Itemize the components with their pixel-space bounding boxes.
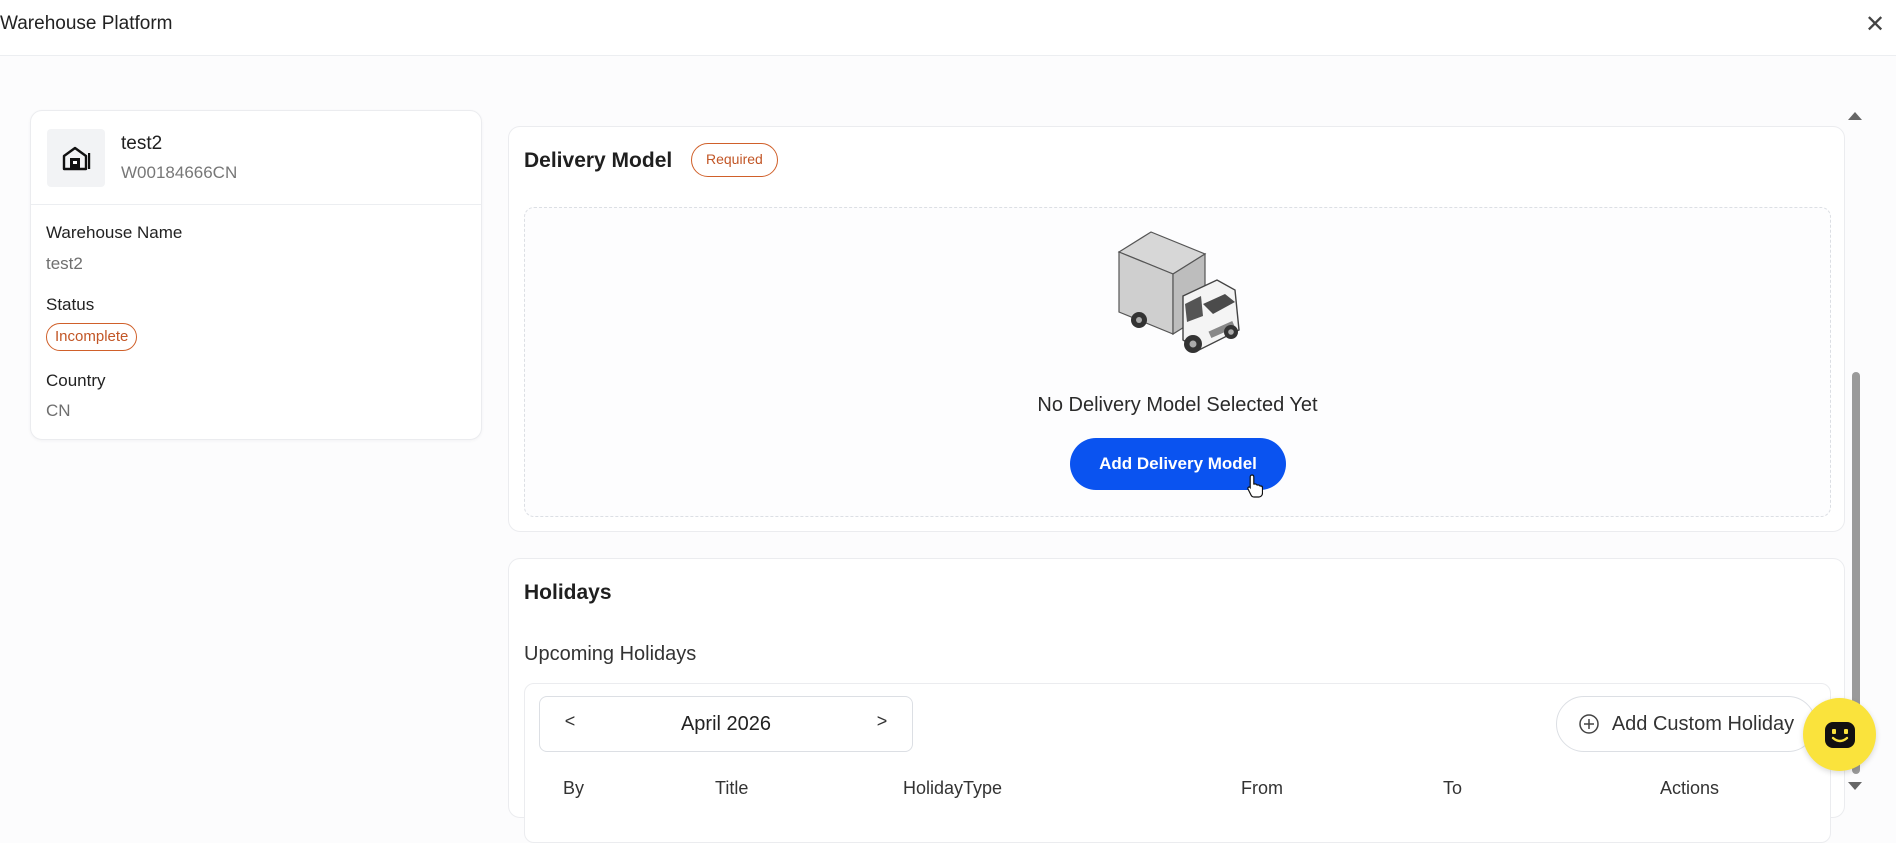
close-icon[interactable]: ✕ [1862, 12, 1888, 38]
warehouse-name-label: Warehouse Name [46, 223, 183, 242]
holidays-card: Holidays Upcoming Holidays < April 2026 … [508, 558, 1845, 843]
current-month: April 2026 [680, 713, 772, 735]
country-label: Country [46, 371, 106, 390]
truck-illustration [1117, 231, 1240, 353]
month-navigator: < April 2026 > [539, 696, 913, 752]
warehouse-name-value: test2 [46, 254, 83, 273]
column-header-from[interactable]: From [1241, 778, 1283, 799]
help-bot-button[interactable] [1803, 698, 1876, 771]
column-header-actions[interactable]: Actions [1660, 778, 1719, 799]
column-header-by[interactable]: By [563, 778, 584, 799]
delivery-model-title: Delivery Model [524, 149, 673, 172]
warehouse-code: W00184666CN [121, 163, 238, 182]
delivery-model-card: Delivery Model Required No Delivery Mode… [508, 126, 1845, 532]
warehouse-name: test2 [121, 133, 163, 154]
plus-circle-icon [1579, 714, 1599, 734]
required-badge: Required [691, 143, 778, 177]
add-custom-holiday-label: Add Custom Holiday [1611, 712, 1795, 735]
status-label: Status [46, 295, 95, 314]
delivery-empty-text: No Delivery Model Selected Yet [1037, 394, 1318, 416]
warehouse-icon [47, 129, 105, 187]
top-bar: Warehouse Platform ✕ [0, 0, 1896, 56]
pointer-cursor-icon [1247, 474, 1263, 498]
status-badge: Incomplete [46, 323, 138, 351]
next-month-button[interactable]: > [870, 711, 894, 732]
add-custom-holiday-button[interactable]: Add Custom Holiday [1556, 696, 1816, 752]
upcoming-holidays-title: Upcoming Holidays [524, 643, 697, 665]
column-header-holiday-type[interactable]: HolidayType [903, 778, 1002, 799]
app-title: Warehouse Platform [0, 13, 173, 34]
warehouse-summary-card: test2 W00184666CN Warehouse Name test2 S… [30, 110, 482, 440]
holiday-table: < April 2026 > Add Custom Holiday By Tit… [524, 683, 1831, 843]
help-bot-icon [1824, 721, 1855, 748]
delivery-empty-state: No Delivery Model Selected Yet Add Deliv… [524, 207, 1831, 517]
scroll-up-arrow[interactable] [1848, 112, 1862, 120]
column-header-title[interactable]: Title [715, 778, 748, 799]
column-header-to[interactable]: To [1443, 778, 1462, 799]
scroll-down-arrow[interactable] [1848, 782, 1862, 790]
holidays-title: Holidays [524, 581, 612, 604]
country-value: CN [46, 401, 71, 420]
warehouse-header: test2 W00184666CN [31, 111, 481, 205]
